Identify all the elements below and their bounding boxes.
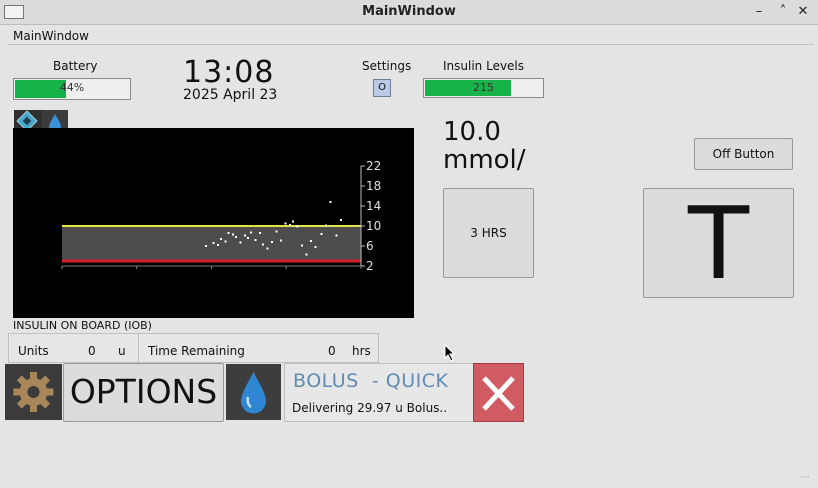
glucose-point (235, 236, 237, 238)
y-tick-label: 10 (366, 219, 381, 233)
glucose-point (227, 232, 230, 234)
target-range-band (62, 226, 361, 261)
glucose-point (217, 244, 219, 246)
iob-label: INSULIN ON BOARD (IOB) (13, 319, 152, 332)
battery-label: Battery (53, 59, 98, 73)
gear-icon[interactable] (5, 364, 62, 420)
bolus-title: BOLUS - QUICK (293, 370, 449, 392)
bolus-drop-icon[interactable] (226, 364, 281, 420)
glucose-point (329, 201, 332, 203)
glucose-graph: 22 18 14 10 6 2 (13, 128, 414, 318)
clock-date: 2025 April 23 (183, 87, 278, 103)
glucose-point (254, 239, 257, 241)
glucose-point (280, 239, 282, 242)
glucose-point (247, 237, 249, 239)
minimize-button[interactable]: – (750, 3, 768, 21)
mouse-cursor (444, 343, 456, 366)
glucose-reading: 10.0 mmol/ (443, 118, 526, 174)
y-tick-label: 22 (366, 159, 381, 173)
bolus-status: Delivering 29.97 u Bolus.. (292, 401, 448, 415)
glucose-point (262, 243, 264, 246)
clock-time: 13:08 (183, 55, 275, 90)
iob-time-label: Time Remaining (148, 344, 245, 358)
glucose-point (301, 244, 303, 247)
glucose-point (271, 241, 273, 243)
settings-label: Settings (362, 59, 412, 73)
y-tick-label: 18 (366, 179, 381, 193)
glucose-point (212, 242, 215, 244)
glucose-unit: mmol/ (443, 145, 526, 175)
glucose-point (205, 245, 207, 247)
settings-button[interactable]: O (373, 79, 391, 97)
glucose-point (220, 238, 222, 240)
y-tick-label: 2 (366, 259, 374, 273)
iob-units-unit: u (118, 344, 126, 358)
glucose-point (310, 240, 312, 242)
glucose-point (305, 253, 308, 256)
glucose-value: 10.0 (443, 117, 501, 147)
iob-divider (138, 333, 139, 363)
close-button[interactable]: ✕ (794, 3, 812, 21)
menubar-label: MainWindow (13, 29, 89, 43)
battery-bar: 44% (13, 78, 131, 100)
glucose-point (292, 220, 294, 223)
cancel-bolus-button[interactable] (473, 363, 524, 422)
t-button[interactable]: T (643, 188, 794, 299)
insulin-levels-label: Insulin Levels (443, 59, 525, 73)
y-tick-label: 14 (366, 199, 381, 213)
glucose-point (232, 233, 234, 236)
glucose-point (244, 234, 246, 237)
glucose-point (284, 222, 287, 225)
resize-grip-icon[interactable]: ⋯ (800, 472, 810, 483)
y-tick-label: 6 (366, 239, 374, 253)
iob-time-unit: hrs (352, 344, 371, 358)
glucose-point (275, 230, 278, 233)
glucose-point (296, 225, 299, 228)
title-bar: MainWindow (0, 0, 818, 25)
iob-time-value: 0 (328, 344, 336, 358)
glucose-point (335, 234, 338, 237)
glucose-point (325, 224, 327, 227)
glucose-graph-svg: 22 18 14 10 6 2 (61, 159, 381, 273)
glucose-point (239, 241, 242, 244)
glucose-point (289, 224, 291, 226)
glucose-point (224, 240, 227, 243)
menu-separator (8, 44, 814, 45)
glucose-point (340, 219, 342, 221)
options-button[interactable]: OPTIONS (63, 363, 224, 422)
window-icon (4, 5, 24, 19)
iob-units-label: Units (18, 344, 49, 358)
off-button[interactable]: Off Button (694, 138, 793, 170)
glucose-point (259, 232, 261, 234)
y-ticks: 22 18 14 10 6 2 (361, 159, 381, 273)
maximize-button[interactable]: ˄ (774, 3, 792, 21)
insulin-levels-bar: 215 (423, 78, 544, 98)
glucose-point (266, 247, 269, 250)
iob-units-value: 0 (88, 344, 96, 358)
glucose-point (320, 233, 323, 235)
glucose-point (314, 246, 317, 248)
three-hours-button[interactable]: 3 HRS (443, 188, 534, 278)
close-x-icon (482, 376, 515, 411)
window-title: MainWindow (362, 4, 456, 19)
battery-percent: 44% (59, 81, 85, 94)
glucose-point (250, 231, 252, 234)
insulin-levels-value: 215 (473, 81, 494, 94)
